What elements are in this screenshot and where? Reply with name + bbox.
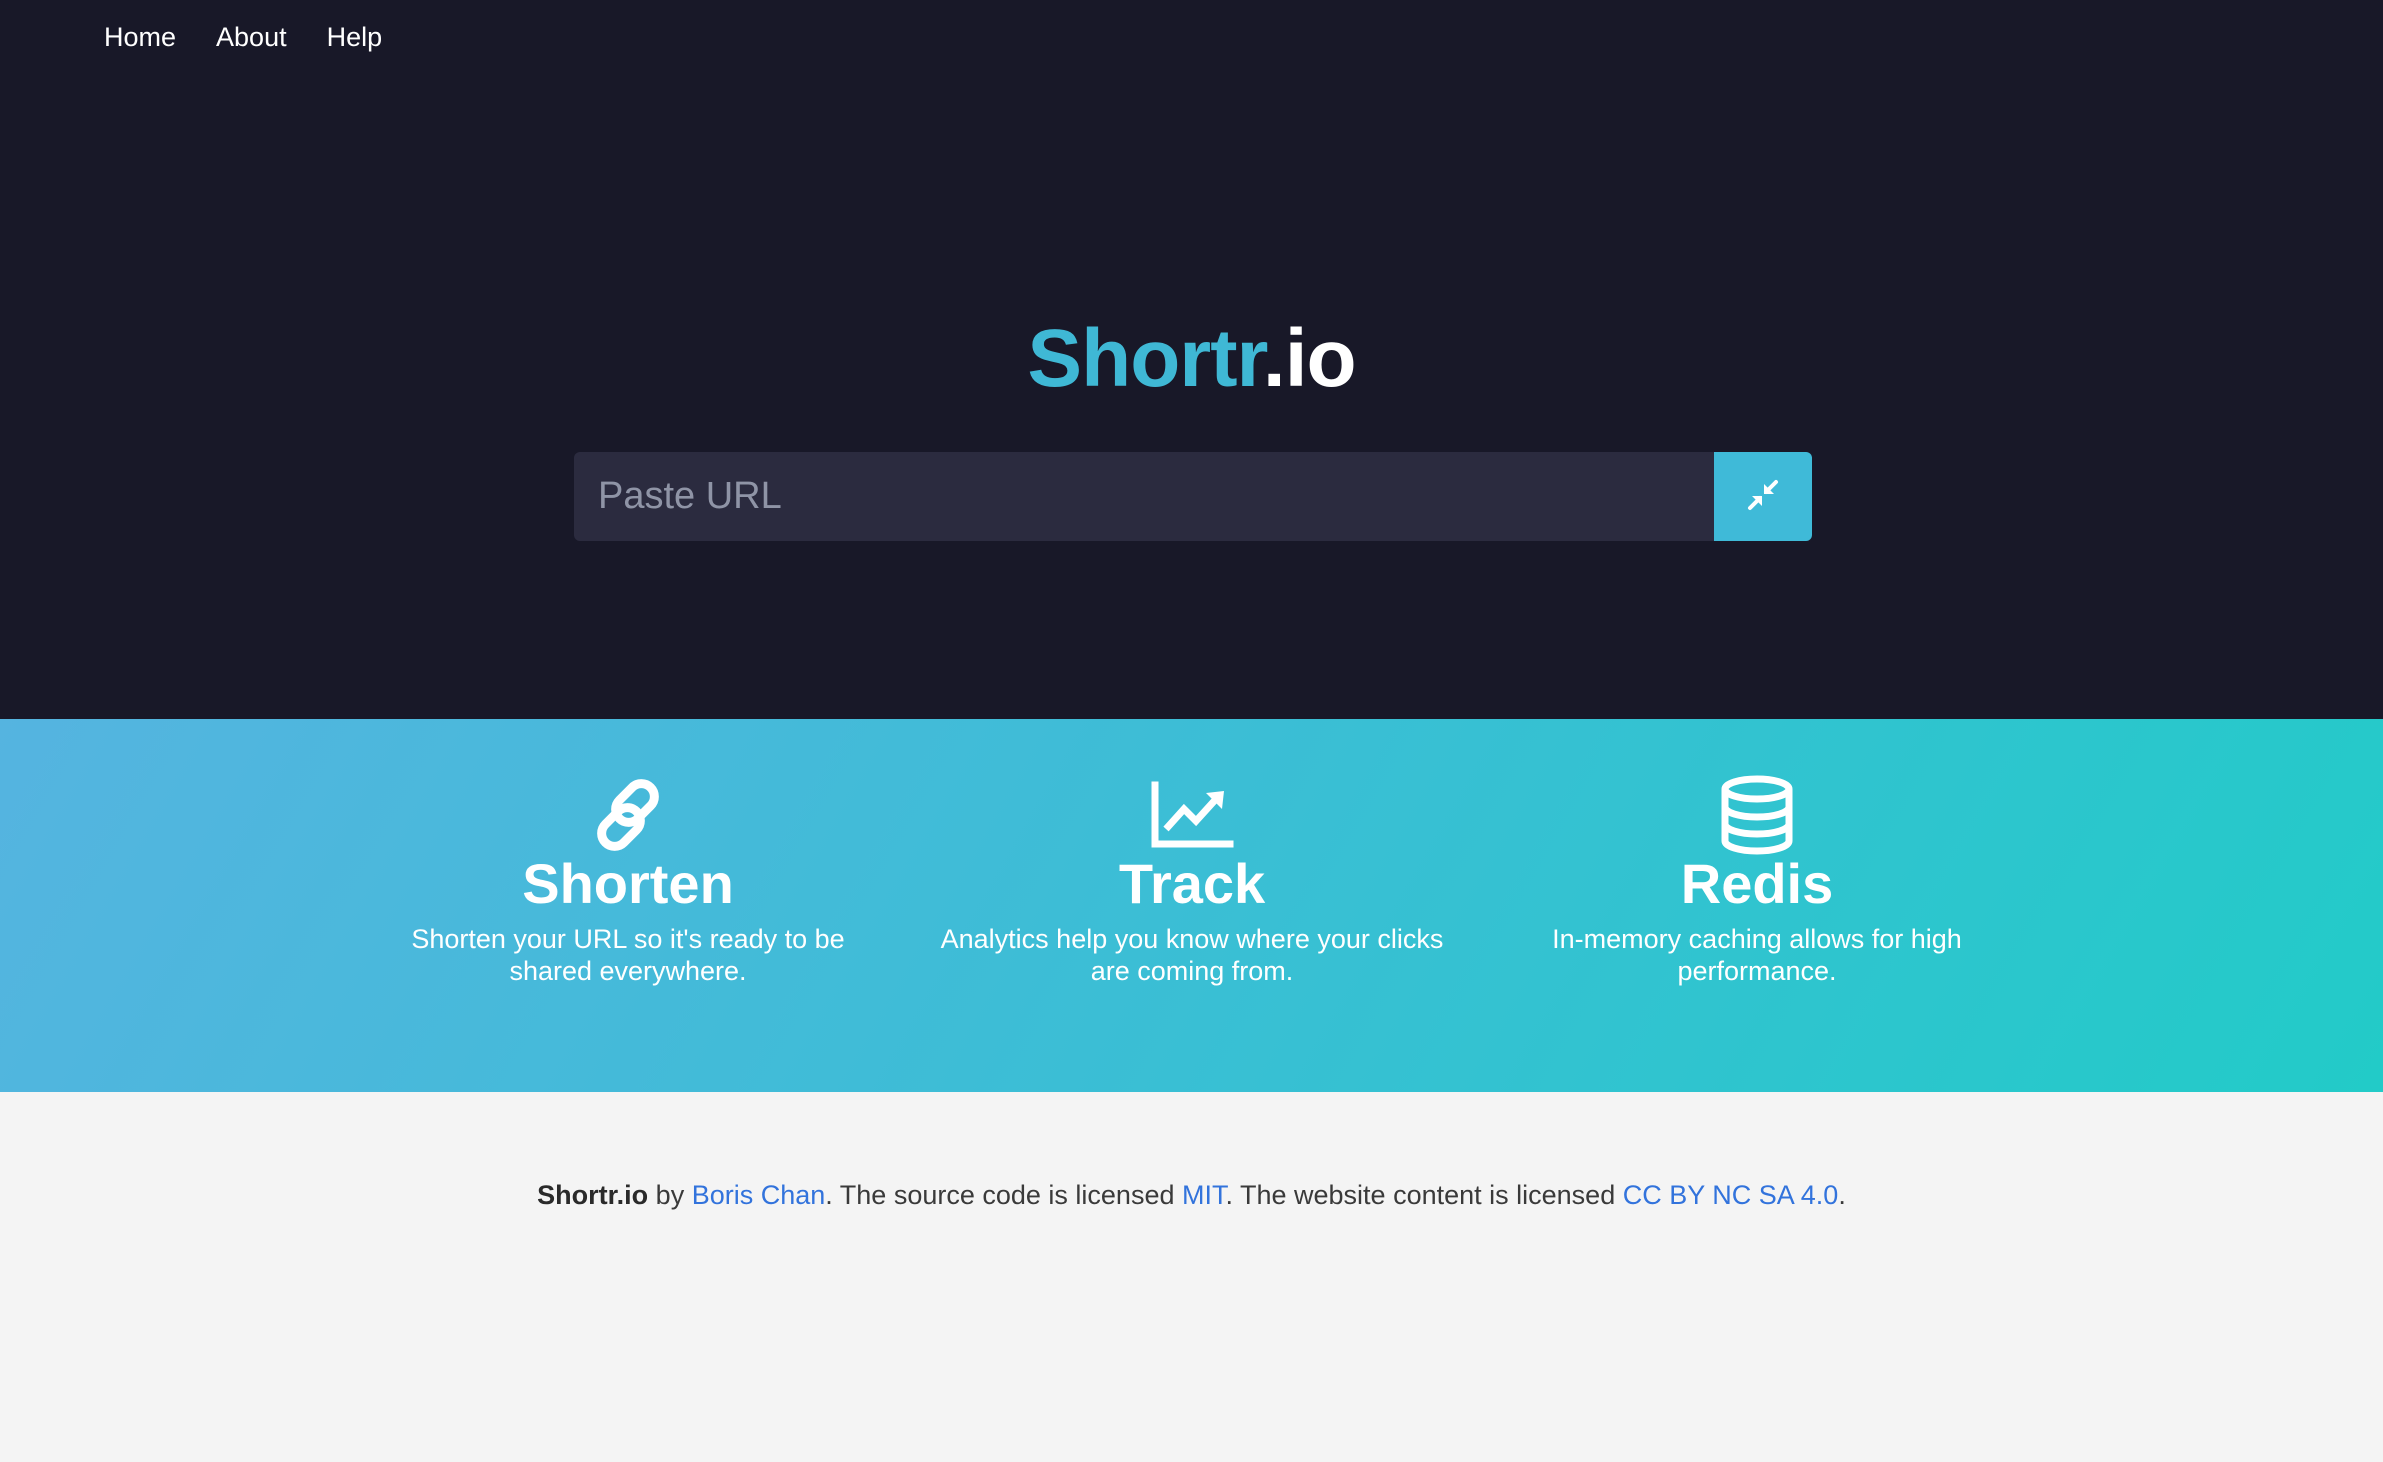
mit-license-link[interactable]: MIT bbox=[1182, 1180, 1226, 1210]
footer-text: Shortr.io by Boris Chan. The source code… bbox=[0, 1180, 2383, 1211]
page-footer: Shortr.io by Boris Chan. The source code… bbox=[0, 1092, 2383, 1462]
nav-home-link[interactable]: Home bbox=[104, 22, 176, 53]
brand-name: Shortr bbox=[1027, 313, 1263, 404]
features-section: Shorten Shorten your URL so it's ready t… bbox=[0, 719, 2383, 1092]
database-icon bbox=[1497, 775, 2017, 855]
footer-by: by bbox=[648, 1180, 692, 1210]
shorten-button[interactable] bbox=[1714, 452, 1812, 541]
footer-text-content: . The website content is licensed bbox=[1225, 1180, 1623, 1210]
feature-description: Shorten your URL so it's ready to be sha… bbox=[411, 924, 845, 986]
link-icon bbox=[368, 775, 888, 855]
brand-title: Shortr.io bbox=[0, 318, 2383, 400]
nav-about-link[interactable]: About bbox=[216, 22, 287, 53]
shorten-form bbox=[574, 452, 1812, 541]
footer-brand: Shortr.io bbox=[537, 1180, 649, 1210]
compress-arrows-icon bbox=[1745, 477, 1781, 516]
footer-text-source: . The source code is licensed bbox=[825, 1180, 1182, 1210]
nav-help-link[interactable]: Help bbox=[327, 22, 383, 53]
hero-section: Home About Help Shortr.io bbox=[0, 0, 2383, 719]
feature-title: Redis bbox=[1680, 852, 1834, 915]
author-link[interactable]: Boris Chan bbox=[692, 1180, 826, 1210]
feature-description: Analytics help you know where your click… bbox=[940, 924, 1444, 986]
feature-title: Shorten bbox=[522, 852, 734, 915]
footer-text-end: . bbox=[1838, 1180, 1846, 1210]
chart-line-icon bbox=[932, 775, 1452, 855]
url-input[interactable] bbox=[574, 452, 1714, 541]
feature-title: Track bbox=[1118, 852, 1266, 915]
feature-description: In-memory caching allows for high perfor… bbox=[1552, 924, 1962, 986]
cc-license-link[interactable]: CC BY NC SA 4.0 bbox=[1623, 1180, 1839, 1210]
brand-tld: .io bbox=[1262, 313, 1357, 404]
top-nav: Home About Help bbox=[104, 22, 422, 53]
